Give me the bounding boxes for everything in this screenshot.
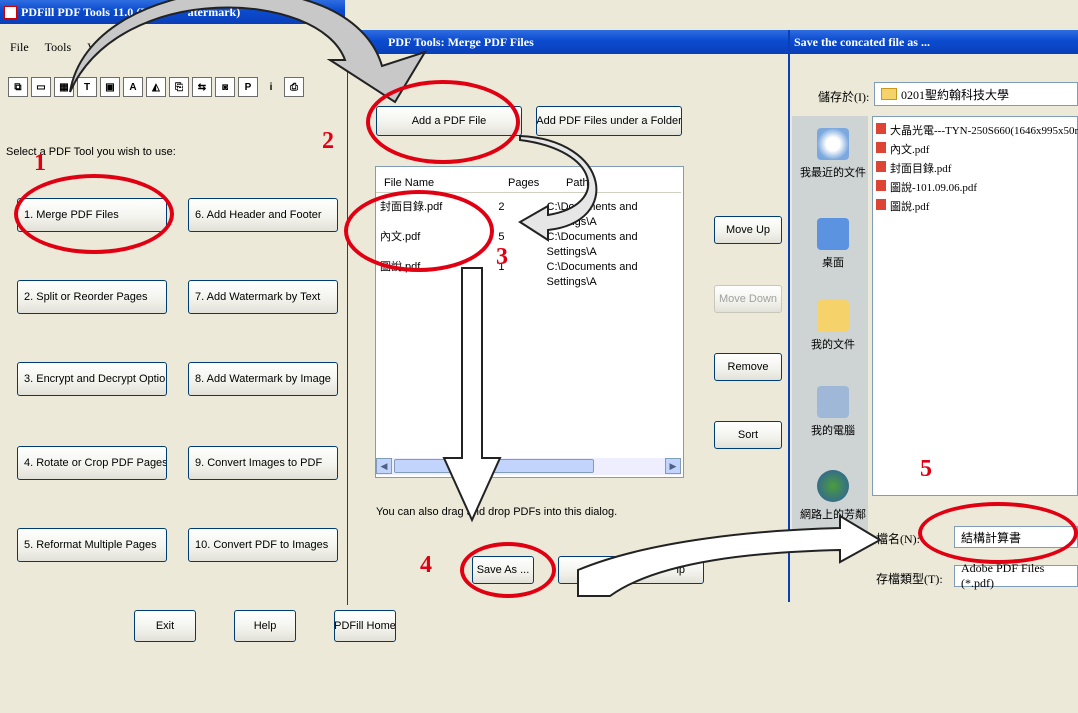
highlight-add-file-button <box>366 80 520 164</box>
step-number: 2 <box>322 128 334 154</box>
arrow-3-to-4 <box>442 267 502 523</box>
arrow-2-to-3 <box>518 134 598 242</box>
step-number: 3 <box>496 244 508 270</box>
step-number: 5 <box>920 456 932 482</box>
highlight-save-as-button <box>460 542 556 598</box>
arrow-4-to-5 <box>577 514 883 597</box>
annotation-arrows <box>69 0 883 597</box>
arrow-1-to-2 <box>69 0 428 104</box>
highlight-filename-field <box>918 502 1078 564</box>
step-number: 4 <box>420 552 432 578</box>
step-number: 1 <box>34 150 46 176</box>
highlight-merge-button <box>14 174 174 254</box>
highlight-file-list <box>344 190 494 272</box>
